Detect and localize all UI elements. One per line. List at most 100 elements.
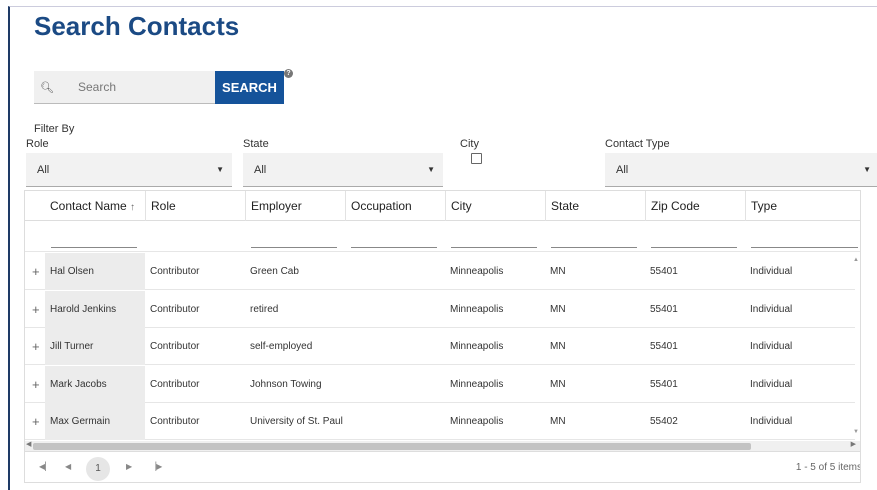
state-filter-input[interactable]	[551, 247, 637, 248]
state-filter-value: All	[254, 164, 267, 176]
cell-type: Individual	[750, 303, 793, 315]
cell-city: Minneapolis	[450, 416, 504, 427]
help-icon[interactable]: ?	[284, 69, 293, 78]
cell-type: Individual	[750, 266, 793, 277]
prev-page-icon[interactable]: ◀	[65, 462, 71, 471]
cell-contact-name: Max Germain	[45, 403, 145, 440]
column-header-zip-code[interactable]: Zip Code	[645, 191, 745, 221]
zip-code-filter-input[interactable]	[651, 247, 737, 248]
role-filter-label: Role	[26, 138, 49, 150]
cell-contact-name: Hal Olsen	[45, 253, 145, 290]
page-number-current[interactable]: 1	[86, 457, 110, 481]
cell-occupation	[345, 291, 445, 328]
table-row[interactable]: + Mark Jacobs Contributor Johnson Towing Min…	[25, 365, 855, 403]
expand-row-icon[interactable]: +	[32, 403, 40, 440]
cell-employer: University of St. Paul	[250, 416, 343, 427]
grid-header: Contact Name ↑ Role Employer Occupation …	[25, 191, 860, 221]
column-header-contact-name[interactable]: Contact Name ↑	[45, 191, 145, 221]
expand-row-icon[interactable]: +	[32, 328, 40, 365]
contact-type-filter-label: Contact Type	[605, 138, 670, 150]
cell-occupation	[345, 403, 445, 440]
column-header-city[interactable]: City	[445, 191, 545, 221]
horizontal-scrollbar[interactable]: ◀ ▶	[25, 440, 860, 451]
contact-type-filter-select[interactable]: All ▼	[605, 153, 877, 187]
column-header-type[interactable]: Type	[745, 191, 860, 221]
cell-occupation	[345, 328, 445, 365]
table-row[interactable]: + Max Germain Contributor University of St.…	[25, 403, 855, 440]
expand-row-icon[interactable]: +	[32, 366, 40, 403]
contacts-grid: Contact Name ↑ Role Employer Occupation …	[24, 190, 861, 483]
cell-city: Minneapolis	[450, 303, 504, 315]
filter-row	[25, 222, 860, 252]
table-row[interactable]: + Hal Olsen Contributor Green Cab Minneapoli…	[25, 253, 855, 290]
cell-zip-code: 55401	[650, 378, 678, 390]
cell-type: Individual	[750, 341, 793, 352]
cell-employer: retired	[250, 303, 279, 315]
role-filter-select[interactable]: All ▼	[26, 153, 232, 187]
cell-state: MN	[550, 378, 566, 390]
cell-state: MN	[550, 303, 566, 315]
expand-row-icon[interactable]: +	[32, 291, 40, 328]
chevron-down-icon: ▼	[863, 165, 871, 174]
type-filter-input[interactable]	[751, 247, 858, 248]
cell-contact-name: Mark Jacobs	[45, 365, 145, 403]
column-header-state[interactable]: State	[545, 191, 645, 221]
table-row[interactable]: + Jill Turner Contributor self-employed Minn…	[25, 328, 855, 365]
role-filter-value: All	[37, 164, 50, 176]
cell-role: Contributor	[150, 303, 200, 315]
vertical-scrollbar[interactable]: ▲ ▼	[853, 253, 860, 441]
cell-contact-name: Harold Jenkins	[45, 290, 145, 328]
chevron-down-icon: ▼	[216, 165, 224, 174]
table-row[interactable]: + Harold Jenkins Contributor retired Minneap…	[25, 290, 855, 328]
cell-zip-code: 55401	[650, 341, 678, 352]
city-filter-input[interactable]	[451, 247, 537, 248]
search-bar: 🔍︎ SEARCH	[34, 71, 284, 104]
sort-ascending-icon: ↑	[130, 202, 136, 213]
expand-row-icon[interactable]: +	[32, 253, 40, 290]
state-filter-label: State	[243, 138, 269, 150]
column-header-label: Contact Name	[50, 199, 127, 213]
scroll-down-icon[interactable]: ▼	[853, 429, 859, 435]
page-title: Search Contacts	[34, 11, 240, 41]
cell-employer: Johnson Towing	[250, 378, 322, 390]
horizontal-scroll-thumb[interactable]	[33, 443, 751, 450]
cell-contact-name: Jill Turner	[45, 328, 145, 365]
column-header-employer[interactable]: Employer	[245, 191, 345, 221]
employer-filter-input[interactable]	[251, 247, 337, 248]
cell-city: Minneapolis	[450, 266, 504, 277]
column-header-role[interactable]: Role	[145, 191, 245, 221]
search-icon: 🔍︎	[40, 81, 54, 94]
scroll-left-icon[interactable]: ◀	[26, 440, 31, 448]
contact-type-filter-value: All	[616, 164, 629, 176]
cell-city: Minneapolis	[450, 378, 504, 390]
cell-state: MN	[550, 416, 566, 427]
filter-heading: Filter By	[34, 123, 75, 135]
column-header-occupation[interactable]: Occupation	[345, 191, 445, 221]
cell-state: MN	[550, 266, 566, 277]
city-filter-checkbox[interactable]	[471, 153, 482, 164]
search-field[interactable]: 🔍︎	[34, 71, 215, 104]
first-page-icon[interactable]: ◀▏	[39, 462, 51, 471]
cell-role: Contributor	[150, 378, 200, 390]
next-page-icon[interactable]: ▶	[126, 462, 132, 471]
search-button[interactable]: SEARCH	[215, 71, 284, 104]
pager-info: 1 - 5 of 5 items	[795, 462, 861, 473]
cell-occupation	[345, 366, 445, 403]
cell-zip-code: 55401	[650, 266, 678, 277]
cell-role: Contributor	[150, 266, 200, 277]
cell-employer: Green Cab	[250, 266, 299, 277]
last-page-icon[interactable]: ▕▶	[150, 462, 162, 471]
cell-state: MN	[550, 341, 566, 352]
cell-type: Individual	[750, 378, 793, 390]
search-input[interactable]	[78, 80, 208, 94]
state-filter-select[interactable]: All ▼	[243, 153, 443, 187]
contact-name-filter-input[interactable]	[51, 247, 137, 248]
scroll-right-icon[interactable]: ▶	[851, 440, 856, 448]
cell-zip-code: 55402	[650, 416, 678, 427]
city-filter-label: City	[460, 138, 479, 150]
occupation-filter-input[interactable]	[351, 247, 437, 248]
scroll-up-icon[interactable]: ▲	[853, 257, 859, 263]
cell-zip-code: 55401	[650, 303, 678, 315]
cell-type: Individual	[750, 416, 793, 427]
chevron-down-icon: ▼	[427, 165, 435, 174]
